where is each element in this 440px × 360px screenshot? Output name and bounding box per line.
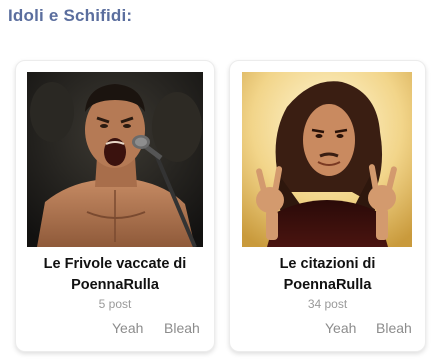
metal-horns-image xyxy=(242,72,412,247)
post-count: 5 post xyxy=(98,297,132,311)
card-title-line1[interactable]: Le citazioni di xyxy=(280,256,376,272)
card-title[interactable]: Le Frivole vaccate di PoennaRulla xyxy=(20,254,210,296)
card-title-line2[interactable]: PoennaRulla xyxy=(71,277,159,293)
blog-card[interactable]: Le Frivole vaccate di PoennaRulla 5 post… xyxy=(15,60,215,352)
shouting-man-image xyxy=(27,72,203,247)
section-title: Idoli e Schifidi: xyxy=(8,6,133,25)
blog-card[interactable]: Le citazioni di PoennaRulla 34 post Yeah… xyxy=(229,60,426,352)
bleah-button[interactable]: Bleah xyxy=(376,320,412,336)
yeah-button[interactable]: Yeah xyxy=(112,320,143,336)
card-title-line2[interactable]: PoennaRulla xyxy=(284,277,372,293)
post-count: 34 post xyxy=(307,297,348,311)
card-title[interactable]: Le citazioni di PoennaRulla xyxy=(234,254,421,296)
card-thumbnail[interactable] xyxy=(242,72,412,247)
card-title-line1[interactable]: Le Frivole vaccate di xyxy=(44,256,187,272)
card-thumbnail[interactable] xyxy=(27,72,203,247)
yeah-button[interactable]: Yeah xyxy=(325,320,356,336)
bleah-button[interactable]: Bleah xyxy=(164,320,200,336)
